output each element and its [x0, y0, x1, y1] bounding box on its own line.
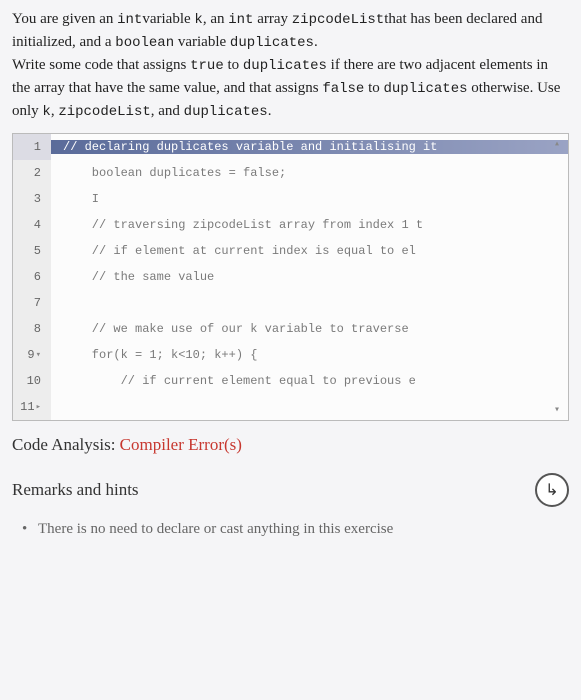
text: array: [253, 11, 291, 27]
code-text[interactable]: // the same value: [51, 270, 568, 284]
text: You are given an: [12, 11, 117, 27]
line-number: 5: [13, 238, 51, 264]
code-line[interactable]: 3 I: [13, 186, 568, 212]
line-number: 8: [13, 316, 51, 342]
line-number: 4: [13, 212, 51, 238]
text: variable: [142, 11, 194, 27]
code-token: k: [42, 104, 50, 120]
code-text[interactable]: // traversing zipcodeList array from ind…: [51, 218, 568, 232]
code-token: zipcodeList: [292, 12, 384, 28]
line-number: 2: [13, 160, 51, 186]
code-token: duplicates: [230, 35, 314, 51]
code-token: int: [117, 12, 142, 28]
code-line[interactable]: 4 // traversing zipcodeList array from i…: [13, 212, 568, 238]
code-token: true: [190, 58, 224, 74]
line-number: 1: [13, 134, 51, 160]
problem-statement: You are given an intvariable k, an int a…: [12, 8, 569, 123]
code-editor[interactable]: ▴ 1// declaring duplicates variable and …: [12, 133, 569, 421]
fold-icon[interactable]: ▸: [36, 402, 41, 412]
code-line[interactable]: 10 // if current element equal to previo…: [13, 368, 568, 394]
code-token: int: [228, 12, 253, 28]
compiler-error-label: Compiler Error(s): [120, 435, 242, 454]
code-text[interactable]: // we make use of our k variable to trav…: [51, 322, 568, 336]
code-token: duplicates: [184, 104, 268, 120]
code-analysis-heading: Code Analysis: Compiler Error(s): [12, 435, 569, 455]
line-number: 6: [13, 264, 51, 290]
text: , and: [151, 103, 184, 119]
code-token: k: [194, 12, 202, 28]
code-line[interactable]: 7: [13, 290, 568, 316]
code-token: duplicates: [384, 81, 468, 97]
text: , an: [203, 11, 228, 27]
code-text[interactable]: // declaring duplicates variable and ini…: [51, 140, 568, 154]
text: .: [268, 103, 272, 119]
code-token: duplicates: [243, 58, 327, 74]
code-token: zipcodeList: [58, 104, 150, 120]
code-line[interactable]: 6 // the same value: [13, 264, 568, 290]
line-number: 11▸: [13, 394, 51, 420]
line-number: 7: [13, 290, 51, 316]
analysis-label: Code Analysis:: [12, 435, 120, 454]
code-text[interactable]: I: [51, 192, 568, 206]
text: .: [314, 34, 318, 50]
code-text[interactable]: // if current element equal to previous …: [51, 374, 568, 388]
code-token: boolean: [115, 35, 174, 51]
code-line[interactable]: 2 boolean duplicates = false;: [13, 160, 568, 186]
remarks-heading: Remarks and hints: [12, 480, 139, 500]
hint-item: There is no need to declare or cast anyt…: [38, 521, 569, 538]
text: to: [224, 57, 243, 73]
code-line[interactable]: 11▸: [13, 394, 568, 420]
code-line[interactable]: 9▾ for(k = 1; k<10; k++) {: [13, 342, 568, 368]
code-line[interactable]: 1// declaring duplicates variable and in…: [13, 134, 568, 160]
code-line[interactable]: 5 // if element at current index is equa…: [13, 238, 568, 264]
code-line[interactable]: 8 // we make use of our k variable to tr…: [13, 316, 568, 342]
text: Write some code that assigns: [12, 57, 190, 73]
fold-icon[interactable]: ▾: [36, 350, 41, 360]
scroll-down-icon[interactable]: ▾: [554, 404, 564, 416]
scroll-up-icon[interactable]: ▴: [554, 138, 564, 150]
text: variable: [174, 34, 230, 50]
code-token: false: [322, 81, 364, 97]
line-number: 9▾: [13, 342, 51, 368]
toggle-remarks-button[interactable]: ↳: [535, 473, 569, 507]
text: to: [364, 80, 383, 96]
code-text[interactable]: // if element at current index is equal …: [51, 244, 568, 258]
code-text[interactable]: boolean duplicates = false;: [51, 166, 568, 180]
arrow-icon: ↳: [545, 480, 558, 500]
line-number: 3: [13, 186, 51, 212]
line-number: 10: [13, 368, 51, 394]
code-text[interactable]: for(k = 1; k<10; k++) {: [51, 348, 568, 362]
